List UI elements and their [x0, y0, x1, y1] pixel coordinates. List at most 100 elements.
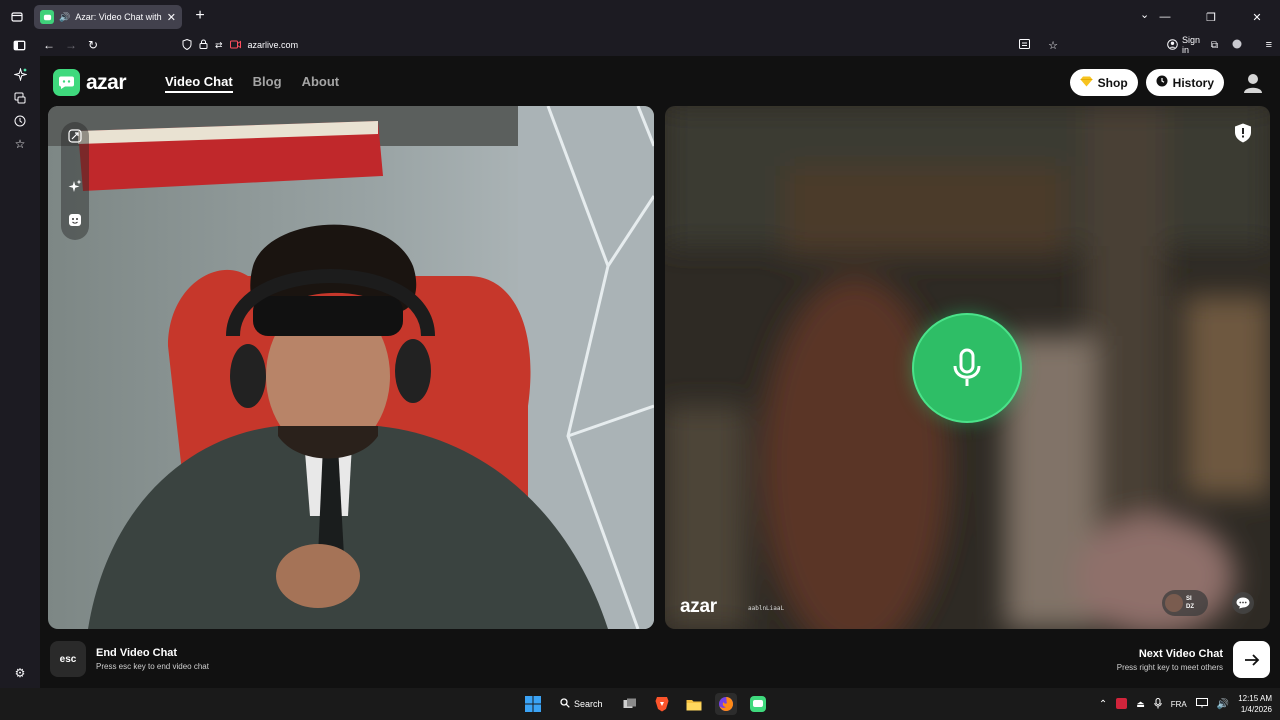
next-arrow-button[interactable] — [1233, 641, 1270, 678]
azar-favicon-icon — [40, 10, 54, 24]
sign-in-button[interactable]: Sign in — [1167, 35, 1200, 55]
chevron-up-icon[interactable]: ⌃ — [1099, 699, 1107, 710]
azar-app-icon[interactable] — [747, 693, 769, 715]
account-icon — [1167, 38, 1178, 52]
site-header: azar Video Chat Blog About Shop History — [40, 56, 1280, 106]
user-avatar-icon[interactable] — [1242, 72, 1264, 94]
watermark-username: aablnLiaaL — [748, 605, 785, 612]
partner-countries: SI DZ — [1186, 595, 1194, 611]
browser-tab-active[interactable]: 🔊 Azar: Video Chat with New ✕ — [34, 5, 182, 29]
bookmarks-star-icon[interactable]: ☆ — [12, 136, 28, 152]
system-tray: ⌃ ⏏ FRA 🔊 12:15 AM 1/4/2026 — [1099, 688, 1272, 720]
self-video-panel — [48, 106, 654, 629]
partner-info-chip[interactable]: SI DZ — [1162, 590, 1208, 616]
profile-dot-icon[interactable] — [1232, 39, 1242, 51]
windows-start-icon[interactable] — [522, 693, 544, 715]
brave-browser-icon[interactable] — [651, 693, 673, 715]
forward-icon[interactable]: → — [60, 34, 82, 56]
minimize-icon[interactable]: — — [1142, 0, 1188, 34]
report-shield-icon[interactable] — [1234, 123, 1252, 143]
minimize-video-icon[interactable] — [65, 126, 85, 146]
new-tab-icon[interactable]: + — [190, 7, 210, 25]
effects-sparkle-icon[interactable] — [65, 176, 85, 196]
firefox-icon[interactable] — [714, 693, 737, 715]
tab-close-icon[interactable]: ✕ — [167, 11, 176, 24]
history-label: History — [1172, 75, 1214, 90]
history-button[interactable]: History — [1145, 69, 1224, 96]
search-icon — [560, 698, 570, 710]
clock-date: 1/4/2026 — [1240, 705, 1272, 714]
partner-avatar — [1165, 594, 1183, 612]
url-text[interactable]: azarlive.com — [248, 40, 299, 50]
microphone-tray-icon[interactable] — [1154, 697, 1162, 711]
taskbar-apps: Search — [522, 692, 769, 716]
azar-logo[interactable]: azar — [53, 69, 127, 96]
shop-button[interactable]: Shop — [1069, 69, 1138, 96]
microphone-icon — [953, 348, 981, 386]
arrow-right-icon — [1244, 653, 1259, 666]
azar-page: azar Video Chat Blog About Shop History — [40, 56, 1280, 688]
next-chat-title: Next Video Chat — [1138, 647, 1223, 660]
nav-blog[interactable]: Blog — [253, 74, 282, 93]
end-chat-hint: Press esc key to end video chat — [96, 662, 209, 671]
clock-icon — [1156, 75, 1168, 90]
bookmark-star-icon[interactable]: ☆ — [1048, 39, 1058, 52]
site-nav: Video Chat Blog About — [165, 74, 339, 93]
window-controls: — ❐ ✕ — [1142, 0, 1280, 34]
sidebar-toggle-icon[interactable] — [0, 34, 38, 56]
task-view-icon[interactable] — [619, 693, 641, 715]
browser-nav-bar: ← → ↻ ⇄ azarlive.com ☆ Sign in ⧉ ≡ — [0, 34, 1280, 56]
nav-video-chat[interactable]: Video Chat — [165, 74, 233, 93]
permissions-icon[interactable]: ⇄ — [215, 40, 223, 51]
camera-sharing-icon[interactable] — [229, 40, 241, 51]
country-bottom: DZ — [1186, 604, 1194, 610]
taskbar-search[interactable]: Search — [554, 698, 609, 710]
menu-icon[interactable]: ≡ — [1266, 39, 1272, 51]
chat-bubble-icon[interactable] — [1232, 592, 1254, 614]
ai-chatbot-icon[interactable] — [12, 66, 28, 82]
language-indicator[interactable]: FRA — [1171, 700, 1187, 709]
shop-label: Shop — [1097, 75, 1128, 90]
browser-tab-bar: 🔊 Azar: Video Chat with New ✕ + ⌄ — ❐ ✕ — [0, 0, 1280, 34]
azar-logo-icon — [53, 69, 80, 96]
end-video-chat-control[interactable]: esc End Video Chat Press esc key to end … — [50, 641, 209, 677]
settings-gear-icon[interactable]: ⚙ — [12, 665, 28, 681]
gem-icon — [1080, 76, 1093, 90]
logo-text: azar — [86, 70, 127, 94]
face-filter-icon[interactable] — [65, 210, 85, 230]
tab-title: Azar: Video Chat with New — [75, 12, 162, 22]
partner-video-panel: azar aablnLiaaL SI DZ — [665, 106, 1270, 629]
esc-key-button[interactable]: esc — [50, 641, 86, 677]
sign-in-label: Sign in — [1181, 35, 1200, 55]
windows-taskbar: Search ⌃ ⏏ FRA 🔊 12:15 AM 1/4/2026 — [0, 688, 1280, 720]
header-actions: Shop History — [1069, 69, 1264, 96]
next-video-chat-control[interactable]: Next Video Chat Press right key to meet … — [1117, 641, 1270, 678]
synced-tabs-icon[interactable] — [12, 90, 28, 106]
url-bar[interactable]: ⇄ azarlive.com — [182, 34, 298, 56]
back-icon[interactable]: ← — [38, 34, 60, 56]
speaker-icon[interactable]: 🔊 — [59, 12, 70, 23]
search-label: Search — [574, 699, 603, 709]
nav-about[interactable]: About — [302, 74, 340, 93]
lock-icon[interactable] — [199, 39, 208, 51]
shield-icon[interactable] — [182, 38, 192, 52]
tray-app-icon[interactable] — [1116, 697, 1128, 711]
restore-icon[interactable]: ❐ — [1188, 0, 1234, 34]
taskbar-clock[interactable]: 12:15 AM 1/4/2026 — [1238, 693, 1272, 715]
close-window-icon[interactable]: ✕ — [1234, 0, 1280, 34]
reader-view-icon[interactable] — [1019, 39, 1030, 51]
network-icon[interactable] — [1195, 698, 1208, 710]
self-camera-feed — [48, 106, 654, 629]
volume-icon[interactable]: 🔊 — [1217, 699, 1229, 710]
camera-tools — [61, 122, 89, 240]
clock-time: 12:15 AM — [1238, 694, 1272, 703]
usb-icon[interactable]: ⏏ — [1136, 699, 1145, 710]
history-icon[interactable] — [12, 113, 28, 129]
tab-list-icon[interactable] — [0, 0, 34, 34]
next-chat-hint: Press right key to meet others — [1116, 662, 1223, 672]
country-top: SI — [1186, 596, 1192, 602]
file-explorer-icon[interactable] — [683, 693, 705, 715]
mic-muted-indicator[interactable] — [912, 313, 1022, 423]
extensions-icon[interactable]: ⧉ — [1211, 40, 1218, 51]
reload-icon[interactable]: ↻ — [82, 34, 104, 56]
